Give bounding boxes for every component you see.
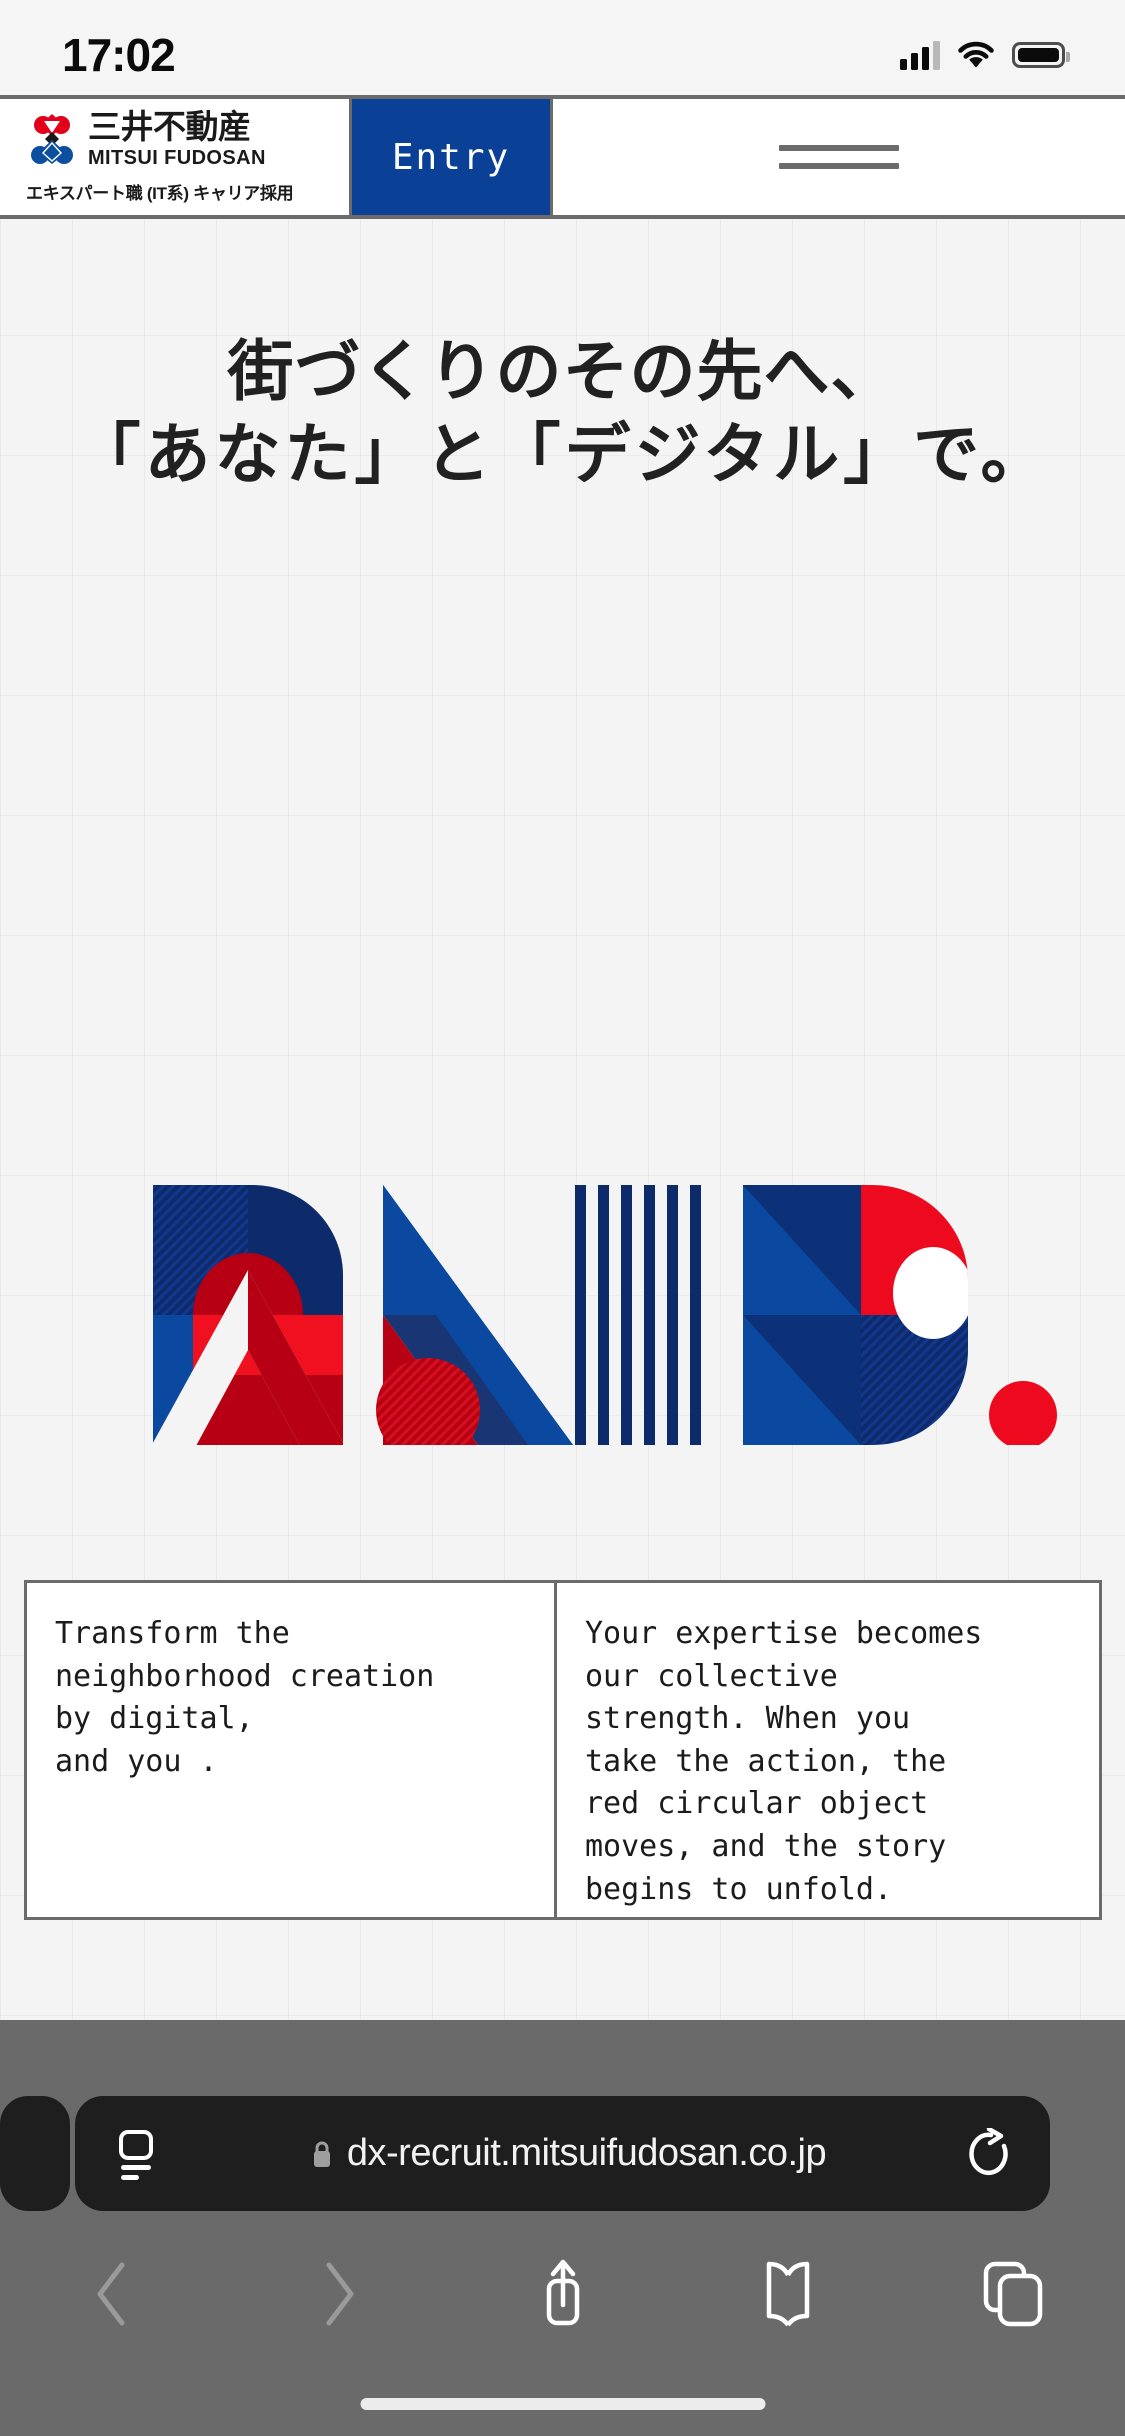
caption-row: Transform the neighborhood creation by d…	[24, 1580, 1102, 1920]
caption-left: Transform the neighborhood creation by d…	[27, 1583, 557, 1917]
signal-bars-icon	[900, 40, 940, 70]
site-header: 三井不動産 MITSUI FUDOSAN エキスパート職 (IT系) キャリア採…	[0, 95, 1125, 219]
logo-subtitle: エキスパート職 (IT系) キャリア採用	[26, 183, 294, 203]
menu-button[interactable]	[553, 99, 1125, 215]
tabs-icon	[983, 2261, 1042, 2327]
entry-button-label: Entry	[391, 136, 511, 178]
ios-status-bar: 17:02	[0, 0, 1125, 95]
logo-text-en: MITSUI FUDOSAN	[88, 146, 266, 169]
caption-right: Your expertise becomes our collective st…	[585, 1616, 983, 1907]
hero-heading: 街づくりのその先へ、 「あなた」と「デジタル」で。	[0, 330, 1125, 496]
forward-button[interactable]	[225, 2257, 450, 2331]
entry-button[interactable]: Entry	[352, 99, 553, 215]
web-page-content: 三井不動産 MITSUI FUDOSAN エキスパート職 (IT系) キャリア採…	[0, 95, 1125, 2020]
chevron-left-icon	[97, 2262, 124, 2326]
previous-tab-peek[interactable]	[0, 2096, 70, 2211]
battery-icon	[1012, 41, 1070, 68]
hamburger-menu-icon	[779, 145, 899, 169]
and-logotype-graphic	[0, 1185, 1125, 1445]
tabs-button[interactable]	[900, 2258, 1125, 2330]
url-text: dx-recruit.mitsuifudosan.co.jp	[346, 2132, 827, 2174]
address-bar[interactable]: dx-recruit.mitsuifudosan.co.jp	[0, 2096, 1050, 2211]
hero-heading-line1: 街づくりのその先へ、	[227, 333, 898, 410]
bookmarks-button[interactable]	[675, 2261, 900, 2327]
red-circle-dot	[988, 1381, 1057, 1445]
wifi-icon	[958, 41, 994, 67]
chevron-right-icon	[326, 2262, 353, 2326]
back-button[interactable]	[0, 2257, 225, 2331]
logo-text-jp: 三井不動産	[88, 108, 251, 146]
status-time: 17:02	[62, 28, 176, 81]
safari-browser-chrome: dx-recruit.mitsuifudosan.co.jp	[0, 2020, 1125, 2436]
url-display[interactable]: dx-recruit.mitsuifudosan.co.jp	[187, 2132, 950, 2175]
safari-toolbar	[0, 2234, 1125, 2354]
share-button[interactable]	[450, 2255, 675, 2333]
share-icon	[546, 2259, 579, 2326]
hero-heading-line2: 「あなた」と「デジタル」で。	[74, 416, 1051, 494]
site-logo[interactable]: 三井不動産 MITSUI FUDOSAN エキスパート職 (IT系) キャリア採…	[0, 99, 352, 215]
and-period-svg	[152, 1185, 1057, 1445]
reload-icon[interactable]	[968, 2127, 1014, 2180]
lock-icon	[313, 2141, 330, 2167]
mitsui-fudosan-logo-icon	[31, 114, 73, 165]
home-indicator	[360, 2398, 765, 2410]
book-icon	[766, 2261, 809, 2327]
status-indicators	[900, 26, 1070, 70]
page-settings-icon[interactable]	[111, 2127, 165, 2181]
